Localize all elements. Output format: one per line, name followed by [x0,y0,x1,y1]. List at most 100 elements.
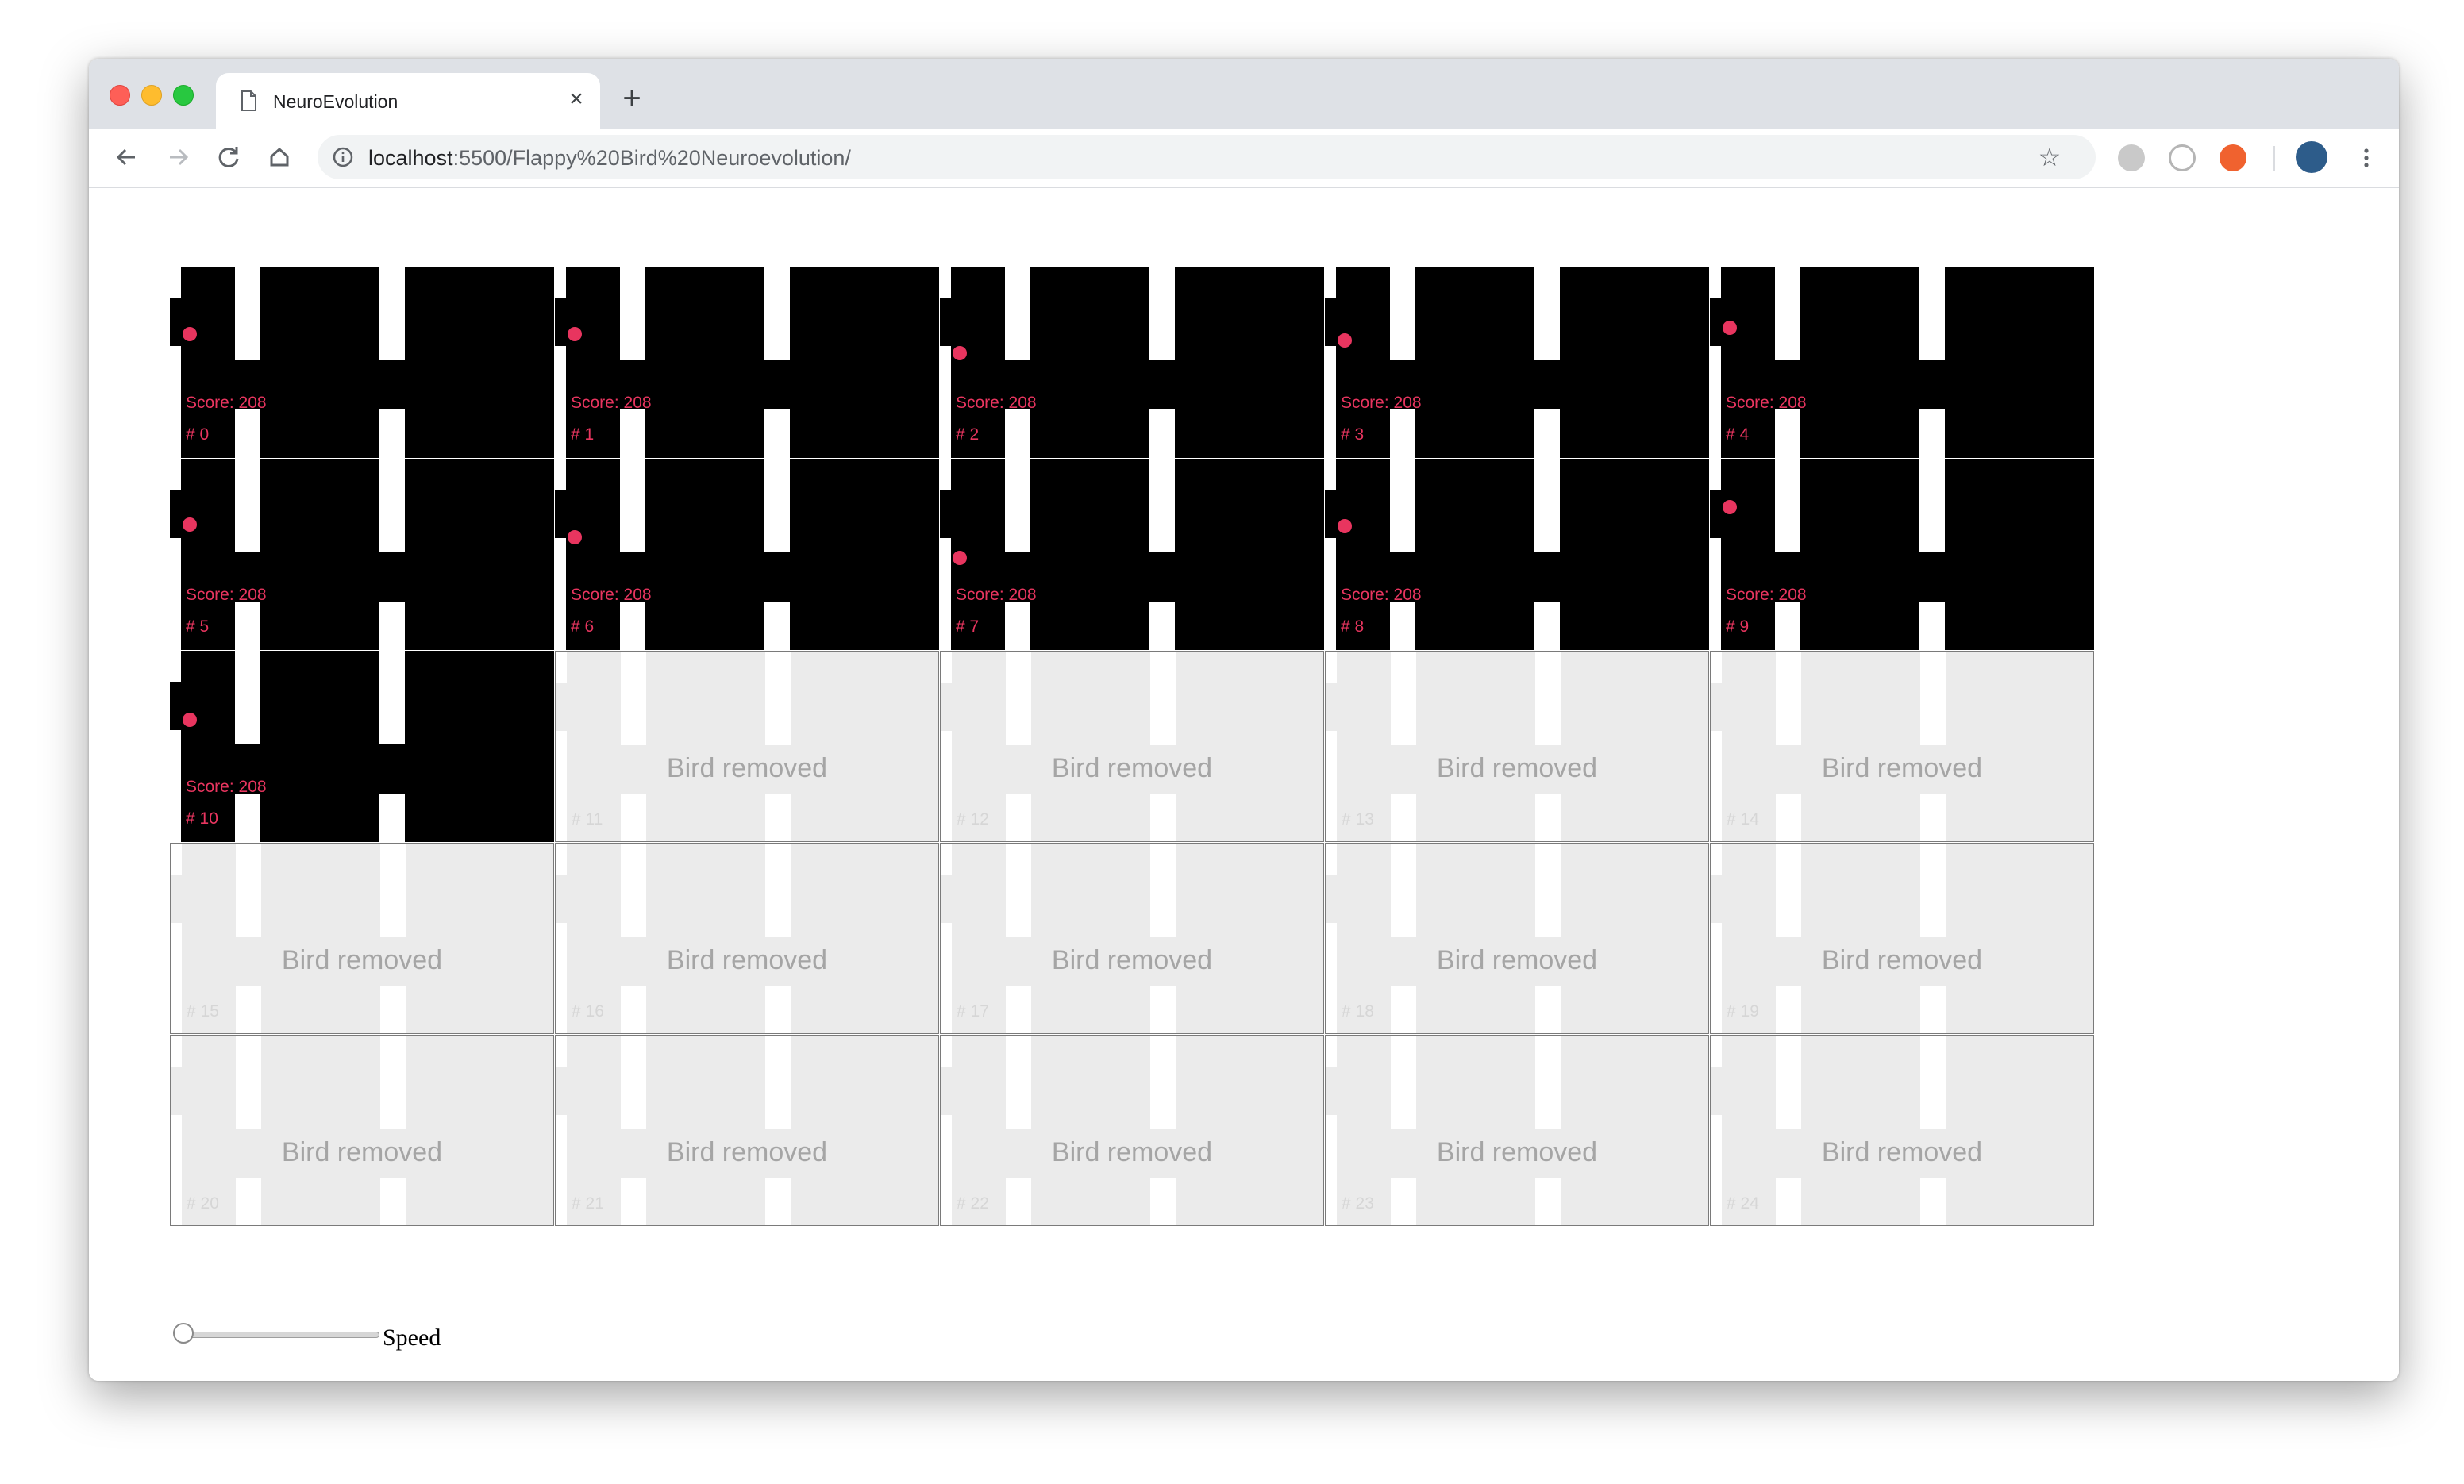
pipe-bottom [1006,1178,1031,1225]
close-window-button[interactable] [110,85,130,106]
pipe-bottom [1005,602,1030,650]
pipe-top [235,459,260,552]
slider-thumb[interactable] [173,1323,194,1344]
bird-index: # 21 [572,1194,604,1213]
bird-score: Score: 208 [186,778,267,796]
pipe-bottom [941,923,952,1033]
pipe-top [1149,267,1175,360]
speed-slider[interactable] [173,1323,379,1347]
bird-removed-label: Bird removed [281,1137,443,1167]
bird-cell: Bird removed # 13 [1325,651,1709,842]
bird-score: Score: 208 [1726,394,1807,412]
pipe-top [380,1036,406,1129]
pipe-top [1390,459,1415,552]
pipe-bottom [380,986,406,1033]
bird-icon [568,327,582,341]
pipe-top [1776,844,1801,937]
pipe-top [1535,1036,1561,1129]
pipe-top [1391,1036,1416,1129]
pipe-top [1326,652,1337,683]
pipe-bottom [1149,602,1175,650]
forward-icon[interactable] [160,140,195,175]
profile-avatar[interactable] [2296,141,2327,173]
browser-toolbar: localhost:5500/Flappy%20Bird%20Neuroevol… [89,129,2399,188]
pipe-bottom [1920,1178,1946,1225]
bird-removed-label: Bird removed [281,945,443,975]
bird-icon [953,551,967,565]
pipe-top [620,267,645,360]
page-content: Score: 208 # 0 Score: 208 # 1 Score: 208 # 2S… [89,188,2399,1381]
pipe-bottom [171,923,182,1033]
pipe-top [1325,459,1336,490]
browser-window: NeuroEvolution × + localhost:5500/Flappy… [89,59,2399,1381]
bird-index: # 19 [1727,1002,1759,1021]
pipe-top [1326,1036,1337,1067]
url-text[interactable]: localhost:5500/Flappy%20Bird%20Neuroevol… [368,146,851,171]
reload-icon[interactable] [211,140,246,175]
pipe-bottom [1535,794,1561,841]
pipe-top [1710,267,1721,298]
address-bar[interactable]: localhost:5500/Flappy%20Bird%20Neuroevol… [318,135,2096,179]
bird-index: # 10 [186,809,218,828]
bird-removed-label: Bird removed [1436,753,1598,783]
info-icon[interactable] [332,146,354,168]
new-tab-button[interactable]: + [616,83,648,114]
bird-score: Score: 208 [571,394,652,412]
pipe-bottom [765,1178,791,1225]
bird-cell: Score: 208 # 3 [1325,267,1709,458]
bird-icon [1338,333,1352,348]
bird-removed-label: Bird removed [1051,753,1213,783]
tab-close-icon[interactable]: × [564,87,589,112]
bird-score: Score: 208 [186,394,267,412]
pipe-top [940,459,951,490]
pipe-bottom [379,602,405,650]
pipe-bottom [1534,409,1560,458]
extension-icon[interactable] [2220,144,2246,171]
bird-cell: Bird removed # 17 [940,843,1324,1034]
back-icon[interactable] [110,140,144,175]
minimize-window-button[interactable] [141,85,162,106]
pipe-top [379,459,405,552]
browser-tab[interactable]: NeuroEvolution × [216,73,600,129]
url-host: localhost [368,146,453,170]
pipe-bottom [1391,794,1416,841]
bird-cell: Bird removed # 20 [170,1035,554,1226]
bird-score: Score: 208 [186,586,267,604]
menu-icon[interactable] [2353,144,2380,171]
bird-cell: Bird removed # 14 [1710,651,2094,842]
bird-cell: Bird removed # 23 [1325,1035,1709,1226]
pipe-bottom [170,538,181,650]
extension-icon[interactable] [2169,144,2196,171]
pipe-top [941,652,952,683]
pipe-bottom [1710,538,1721,650]
maximize-window-button[interactable] [173,85,194,106]
pipe-top [1535,652,1561,745]
pipe-top [941,844,952,875]
bird-index: # 20 [187,1194,219,1213]
pipe-top [1006,652,1031,745]
pipe-bottom [764,409,790,458]
pipe-bottom [941,731,952,841]
pipe-top [1391,652,1416,745]
bird-index: # 24 [1727,1194,1759,1213]
pipe-top [765,844,791,937]
pipe-top [1150,1036,1176,1129]
extension-icon[interactable] [2118,144,2145,171]
pipe-bottom [940,538,951,650]
pipe-top [171,1036,182,1067]
bird-removed-label: Bird removed [1821,753,1983,783]
home-icon[interactable] [262,140,297,175]
bird-score: Score: 208 [956,586,1037,604]
bird-cell: Score: 208 # 2 [940,267,1324,458]
star-icon[interactable]: ☆ [2037,144,2062,170]
bird-score: Score: 208 [1341,586,1422,604]
bird-cell: Bird removed # 22 [940,1035,1324,1226]
pipe-top [170,267,181,298]
speed-label: Speed [383,1324,441,1351]
bird-index: # 4 [1726,425,1750,444]
pipe-top [621,844,646,937]
bird-cell: Score: 208 # 8 [1325,459,1709,650]
pipe-top [1326,844,1337,875]
pipe-bottom [621,1178,646,1225]
pipe-top [555,267,566,298]
